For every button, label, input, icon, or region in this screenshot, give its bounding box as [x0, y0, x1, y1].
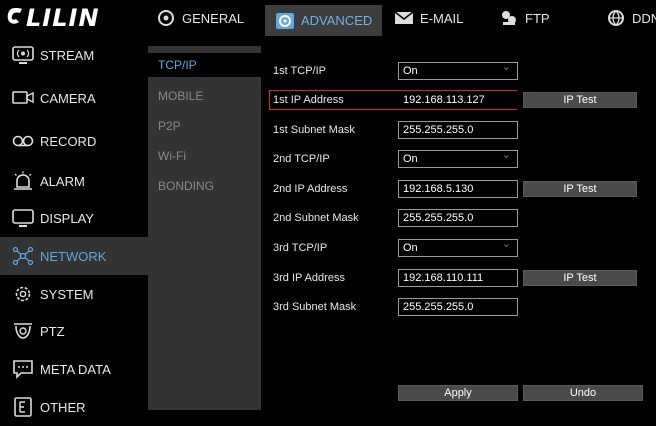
submenu-item-p2p[interactable]: P2P — [148, 114, 261, 138]
sidebar-item-label: CAMERA — [40, 90, 96, 106]
logo-mark-icon — [6, 4, 24, 32]
sidebar: STREAM CAMERA RECORD ALARM DISPLAY NETWO… — [0, 36, 148, 417]
second-ip-test-button[interactable]: IP Test — [523, 181, 637, 197]
sidebar-item-network[interactable]: NETWORK — [0, 237, 148, 275]
alarm-icon — [12, 171, 34, 191]
network-submenu: TCP/IP MOBILE P2P Wi-Fi BONDING — [148, 46, 261, 410]
submenu-item-mobile[interactable]: MOBILE — [148, 84, 261, 108]
sidebar-item-camera[interactable]: CAMERA — [0, 79, 148, 117]
sidebar-item-label: DISPLAY — [40, 210, 94, 226]
first-ip-address-input[interactable]: 192.168.113.127 — [398, 91, 518, 109]
undo-button[interactable]: Undo — [523, 385, 643, 401]
first-ip-test-button[interactable]: IP Test — [523, 92, 637, 108]
tab-ftp-label: FTP — [525, 10, 550, 26]
sidebar-item-label: NETWORK — [40, 248, 107, 264]
second-ip-address-label: 2nd IP Address — [273, 183, 348, 195]
lilin-logo: LILIN — [0, 0, 148, 36]
sidebar-item-meta-data[interactable]: META DATA — [0, 350, 148, 388]
tab-email-label: E-MAIL — [420, 10, 464, 26]
sidebar-item-label: RECORD — [40, 133, 97, 149]
third-subnet-mask-input[interactable]: 255.255.255.0 — [398, 298, 518, 316]
sidebar-item-display[interactable]: DISPLAY — [0, 199, 148, 237]
first-tcpip-label: 1st TCP/IP — [273, 65, 326, 77]
sidebar-item-label: OTHER — [40, 399, 86, 415]
tab-ddns-label: DDNS — [632, 10, 656, 26]
tab-email[interactable]: E-MAIL — [394, 0, 463, 36]
apply-button[interactable]: Apply — [398, 385, 518, 401]
tab-advanced-label: ADVANCED — [301, 13, 373, 28]
third-tcpip-select[interactable]: On — [398, 237, 518, 257]
sidebar-item-record[interactable]: RECORD — [0, 122, 148, 160]
second-tcpip-select[interactable]: On — [398, 148, 518, 168]
third-ip-test-button[interactable]: IP Test — [523, 270, 637, 286]
first-subnet-mask-label: 1st Subnet Mask — [273, 124, 355, 136]
envelope-icon — [394, 9, 414, 27]
other-icon — [12, 397, 34, 417]
sidebar-item-stream[interactable]: STREAM — [0, 36, 148, 74]
first-subnet-mask-input[interactable]: 255.255.255.0 — [398, 121, 518, 139]
logo-text: LILIN — [26, 4, 100, 32]
sidebar-item-label: META DATA — [40, 361, 111, 377]
sidebar-item-system[interactable]: SYSTEM — [0, 275, 148, 313]
submenu-item-bonding[interactable]: BONDING — [148, 174, 261, 198]
sidebar-item-label: ALARM — [40, 173, 85, 189]
second-ip-address-input[interactable]: 192.168.5.130 — [398, 180, 518, 198]
second-subnet-mask-input[interactable]: 255.255.255.0 — [398, 209, 518, 227]
submenu-item-tcpip[interactable]: TCP/IP — [148, 53, 261, 77]
system-icon — [12, 284, 34, 304]
third-ip-address-label: 3rd IP Address — [273, 272, 345, 284]
sidebar-item-other[interactable]: OTHER — [0, 388, 148, 426]
tab-ddns[interactable]: DDNS — [606, 0, 656, 36]
gear-icon — [156, 9, 176, 27]
display-icon — [12, 208, 34, 228]
third-subnet-mask-label: 3rd Subnet Mask — [273, 301, 357, 313]
third-ip-address-input[interactable]: 192.168.110.111 — [398, 269, 518, 287]
record-icon — [12, 131, 34, 151]
second-tcpip-label: 2nd TCP/IP — [273, 153, 330, 165]
tab-general[interactable]: GENERAL — [156, 0, 244, 36]
globe-icon — [606, 9, 626, 27]
network-icon — [12, 246, 34, 266]
tab-general-label: GENERAL — [182, 10, 245, 26]
sidebar-item-alarm[interactable]: ALARM — [0, 162, 148, 200]
sidebar-item-ptz[interactable]: PTZ — [0, 312, 148, 350]
first-tcpip-select[interactable]: On — [398, 60, 518, 80]
sidebar-item-label: STREAM — [40, 47, 95, 63]
first-ip-address-label: 1st IP Address — [273, 94, 344, 106]
ftp-icon — [499, 9, 519, 27]
sidebar-item-label: SYSTEM — [40, 286, 94, 302]
camera-icon — [12, 88, 34, 108]
ptz-icon — [12, 321, 34, 341]
second-subnet-mask-label: 2nd Subnet Mask — [273, 212, 359, 224]
sidebar-item-label: PTZ — [40, 323, 65, 339]
tab-advanced[interactable]: ADVANCED — [265, 5, 383, 36]
stream-icon — [12, 45, 34, 65]
submenu-item-wifi[interactable]: Wi-Fi — [148, 144, 261, 168]
metadata-icon — [12, 359, 34, 379]
top-tabs: GENERAL ADVANCED E-MAIL FTP DDNS — [148, 0, 656, 36]
third-tcpip-label: 3rd TCP/IP — [273, 242, 328, 254]
tab-ftp[interactable]: FTP — [499, 0, 550, 36]
advanced-gear-icon — [275, 12, 295, 30]
tcpip-settings-panel: 1st TCP/IP On 1st IP Address 192.168.113… — [261, 46, 656, 410]
